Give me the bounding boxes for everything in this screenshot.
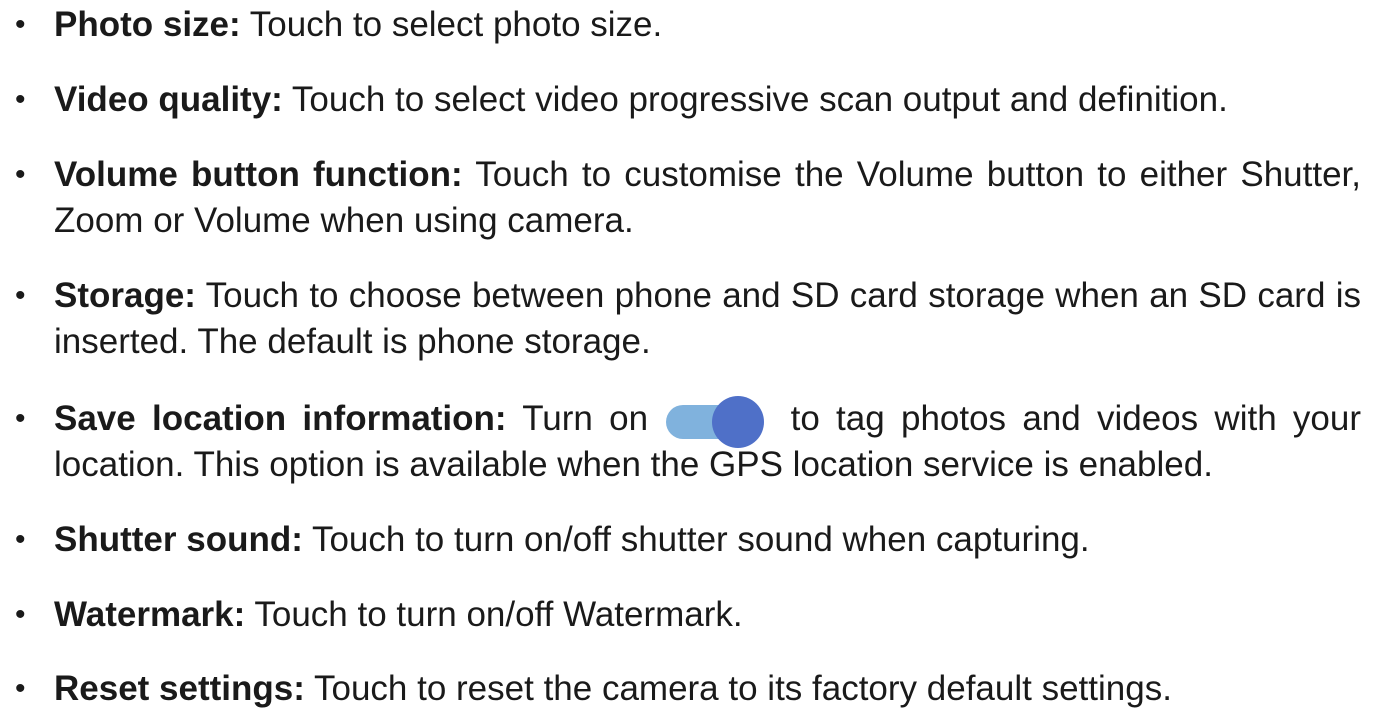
term-description-before: Turn on [506, 399, 665, 438]
term-description: Touch to turn on/off Watermark. [245, 595, 743, 634]
term-label: Video quality: [54, 80, 283, 119]
term-description: Touch to select video progressive scan o… [282, 80, 1228, 119]
bullet: • [15, 158, 26, 191]
term-description: Touch to turn on/off shutter sound when … [302, 520, 1090, 559]
toggle-knob [712, 396, 765, 448]
list-item-text: Volume button function: Touch to customi… [54, 152, 1361, 244]
bullet: • [15, 672, 26, 705]
term-label: Save location information: [54, 399, 507, 438]
term-label: Volume button function: [54, 155, 463, 194]
term-label: Watermark: [54, 595, 246, 634]
list-item-text: Watermark: Touch to turn on/off Watermar… [54, 592, 1361, 638]
term-label: Shutter sound: [54, 520, 303, 559]
bullet: • [15, 523, 26, 556]
term-description: Touch to choose between phone and SD car… [54, 276, 1361, 361]
term-label: Photo size: [54, 5, 241, 44]
list-item-text: Photo size: Touch to select photo size. [54, 2, 1361, 48]
list-item-text: Reset settings: Touch to reset the camer… [54, 666, 1361, 709]
bullet: • [15, 8, 26, 41]
bullet: • [15, 598, 26, 631]
term-description: Touch to select photo size. [240, 5, 663, 44]
list-item-text: Storage: Touch to choose between phone a… [54, 273, 1361, 365]
list-item-text: Shutter sound: Touch to turn on/off shut… [54, 517, 1361, 563]
term-label: Storage: [54, 276, 196, 315]
switch-toggle-icon [666, 396, 768, 448]
list-item-text: Video quality: Touch to select video pro… [54, 77, 1361, 123]
bullet: • [15, 402, 26, 435]
term-description: Touch to reset the camera to its factory… [304, 669, 1172, 708]
list-item-text: Save location information: Turn on to ta… [54, 396, 1361, 488]
bullet: • [15, 83, 26, 116]
bullet: • [15, 279, 26, 312]
term-label: Reset settings: [54, 669, 305, 708]
